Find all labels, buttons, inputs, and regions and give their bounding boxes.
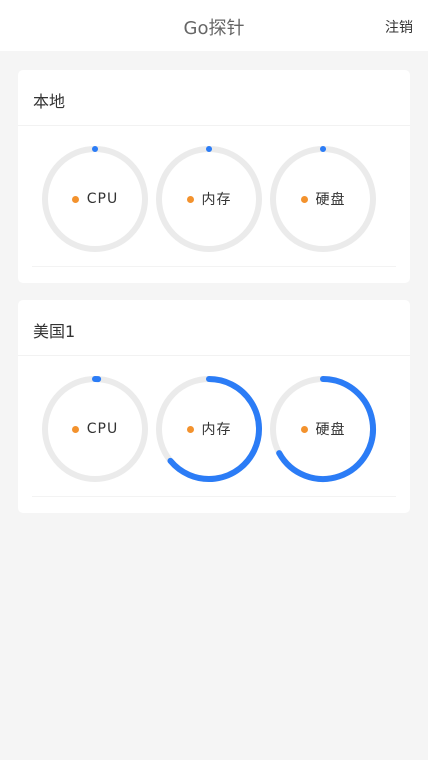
cpu-gauge: CPU [40, 144, 150, 254]
memory-gauge: 内存 [154, 374, 264, 484]
card-divider [18, 125, 410, 126]
card-divider [18, 355, 410, 356]
disk-gauge: 硬盘 [268, 374, 378, 484]
server-name: 本地 [33, 92, 66, 111]
disk-gauge: 硬盘 [268, 144, 378, 254]
dot-icon [186, 195, 194, 203]
page-title: Go探针 [183, 18, 245, 39]
server-name: 美国1 [33, 322, 76, 341]
gauge-label: CPU [87, 191, 118, 207]
dot-icon [71, 195, 79, 203]
server-card: 本地 CPU 内存 硬盘 [18, 70, 410, 283]
gauge-label: 硬盘 [316, 189, 346, 209]
gauge-label: 内存 [202, 419, 232, 439]
server-card: 美国1 CPU 内存 硬盘 [18, 300, 410, 513]
top-bar: Go探针 注销 [0, 0, 428, 51]
gauge-label: 硬盘 [316, 419, 346, 439]
card-divider [32, 266, 396, 267]
dot-icon [186, 425, 194, 433]
card-divider [32, 496, 396, 497]
memory-gauge: 内存 [154, 144, 264, 254]
dot-icon [300, 195, 308, 203]
cpu-gauge: CPU [40, 374, 150, 484]
gauge-label: CPU [87, 421, 118, 437]
dot-icon [71, 425, 79, 433]
dot-icon [300, 425, 308, 433]
logout-button[interactable]: 注销 [385, 17, 413, 37]
gauge-label: 内存 [202, 189, 232, 209]
